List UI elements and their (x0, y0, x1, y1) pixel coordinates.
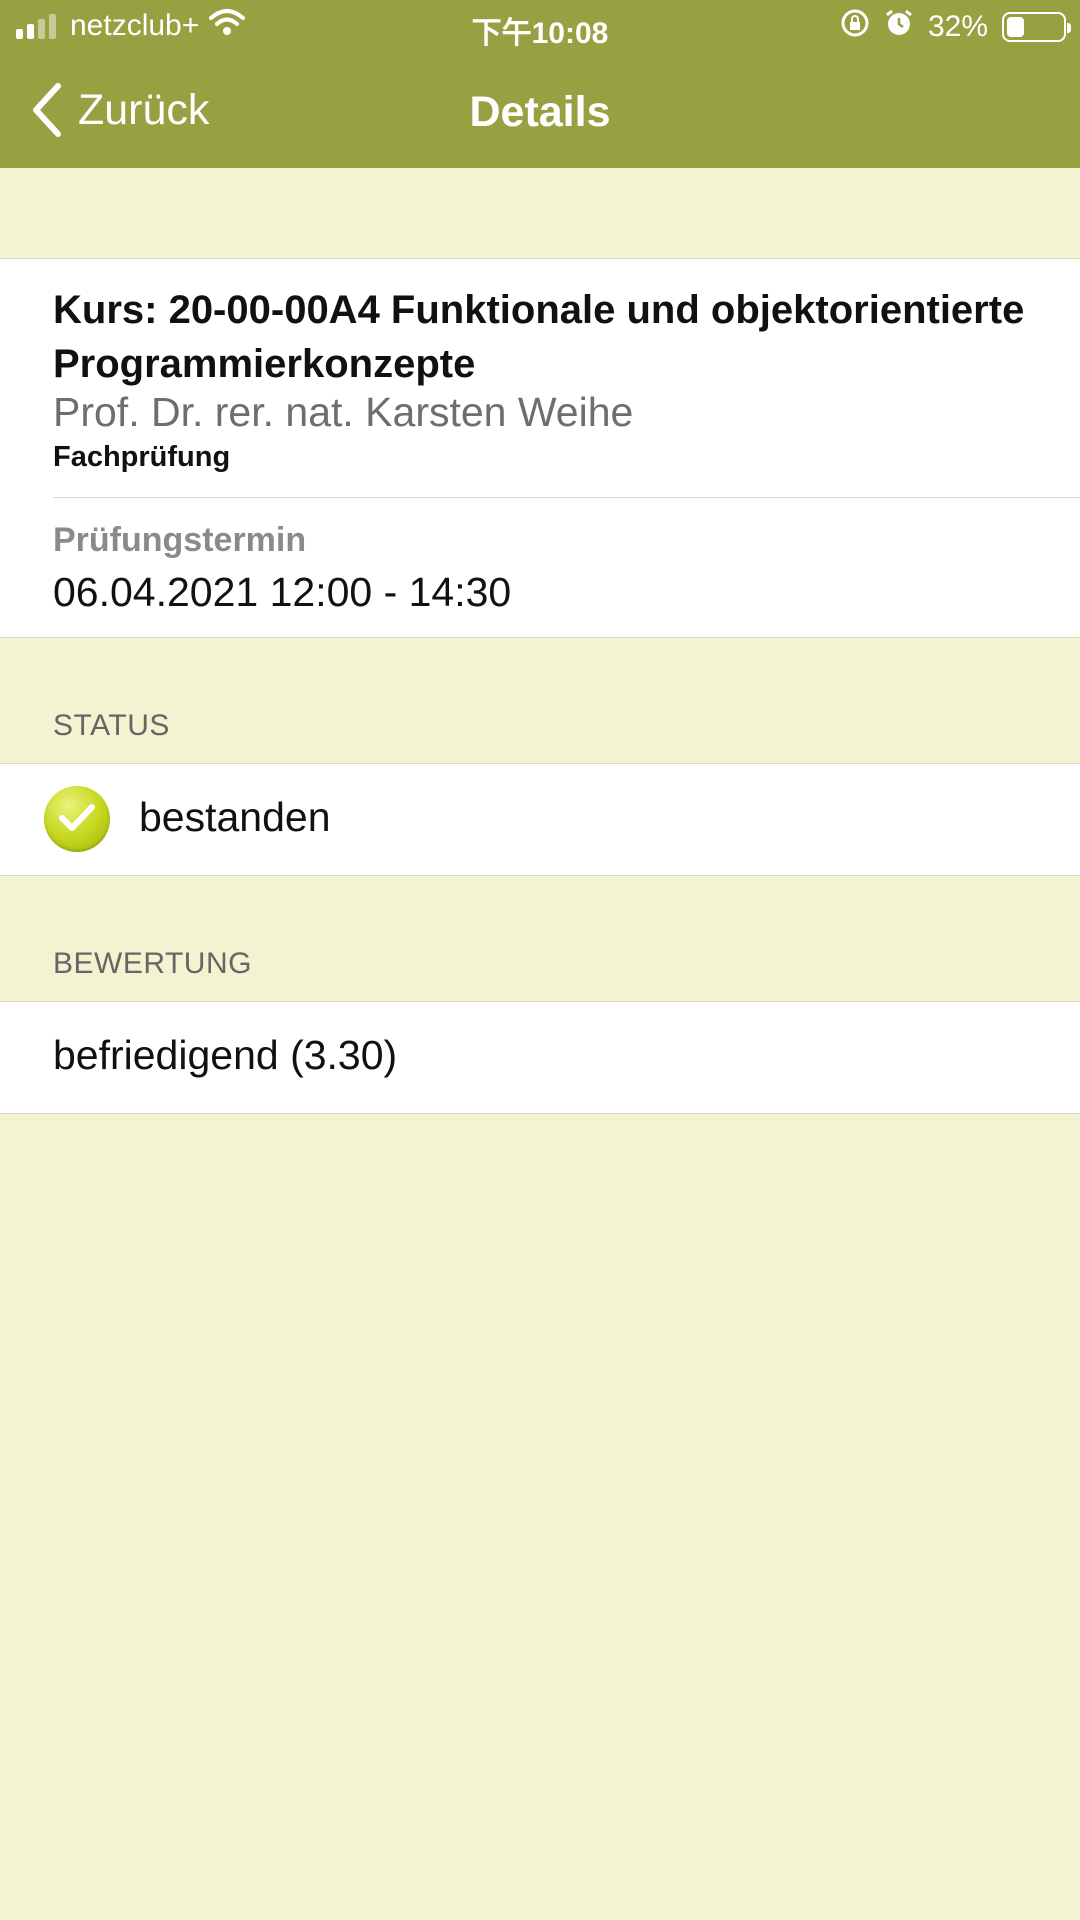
grade-value: befriedigend (3.30) (53, 1032, 398, 1078)
alarm-icon (884, 8, 914, 46)
status-section-header: STATUS (53, 709, 170, 742)
battery-icon (1002, 12, 1071, 42)
professor-name: Prof. Dr. rer. nat. Karsten Weihe (53, 389, 634, 435)
status-row: bestanden (0, 763, 1080, 876)
course-title: Kurs: 20-00-00A4 Funktionale und objekto… (53, 288, 1025, 386)
status-bar-right: 32% (840, 8, 1071, 46)
exam-type: Fachprüfung (53, 441, 231, 473)
status-bar: netzclub+ 下午10:08 32% (0, 0, 1080, 54)
battery-fill (1007, 17, 1025, 37)
divider (53, 497, 1080, 498)
grade-row: befriedigend (3.30) (0, 1001, 1080, 1114)
exam-date-label: Prüfungstermin (53, 521, 307, 559)
course-card: Kurs: 20-00-00A4 Funktionale und objekto… (0, 258, 1080, 638)
status-value: bestanden (139, 794, 331, 840)
page-title: Details (469, 88, 611, 136)
rotation-lock-icon (840, 8, 870, 46)
navigation-bar: Zurück Details (0, 54, 1080, 168)
grade-section-header: BEWERTUNG (53, 947, 252, 980)
exam-date-value: 06.04.2021 12:00 - 14:30 (53, 569, 512, 615)
battery-percent: 32% (927, 10, 988, 43)
check-circle-icon (44, 786, 110, 852)
